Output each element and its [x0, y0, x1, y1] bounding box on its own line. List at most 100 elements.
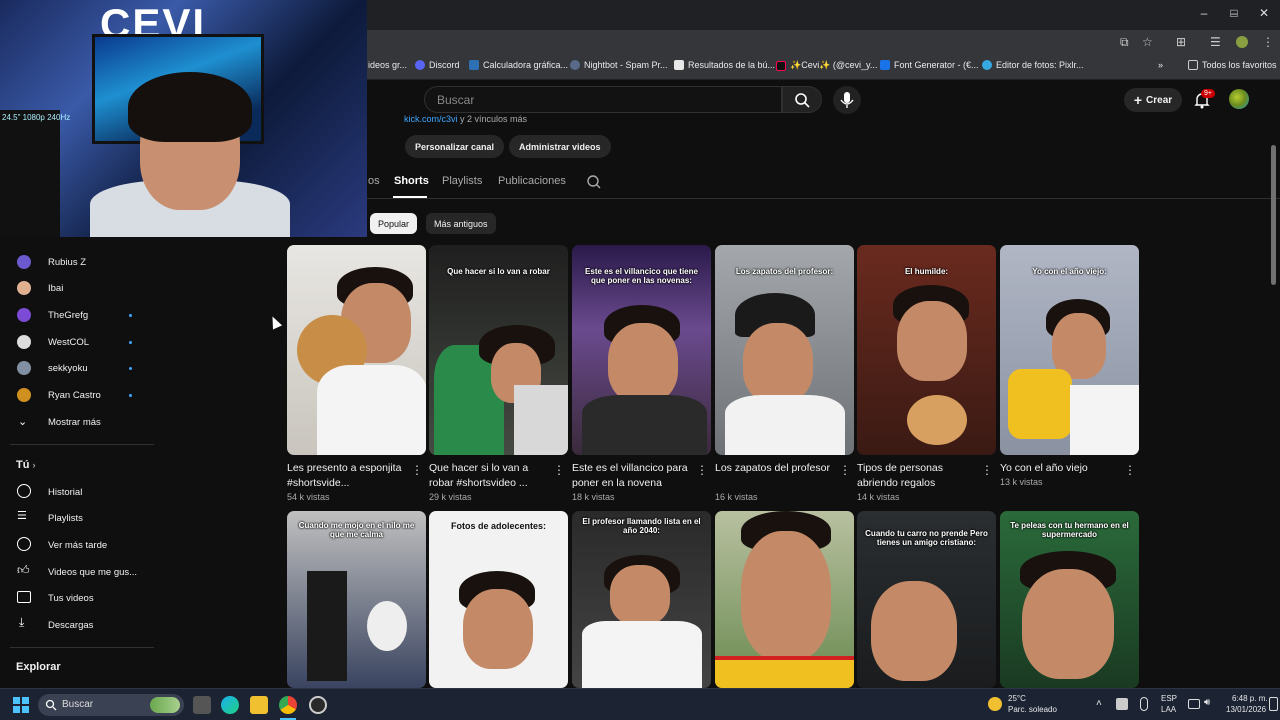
sidebar-sub-item[interactable]: Rubius Z — [0, 249, 155, 275]
volume-icon[interactable]: 🔊︎ — [1204, 697, 1210, 708]
show-more-button[interactable]: ⌄ Mostrar más — [0, 409, 155, 435]
sidebar-item-playlists[interactable]: ☰ Playlists — [0, 505, 155, 531]
tray-app-icon[interactable] — [1116, 698, 1128, 710]
sidebar-item-your-videos[interactable]: Tus videos — [0, 585, 155, 611]
minimize-button[interactable]: – — [1192, 6, 1216, 20]
file-explorer-icon[interactable] — [250, 696, 268, 714]
extensions-icon[interactable]: ⊞ — [1176, 35, 1186, 49]
more-options-icon[interactable]: ⋮ — [1124, 463, 1136, 477]
short-title[interactable]: Los zapatos del profesor — [715, 461, 837, 476]
short-thumbnail[interactable]: Te peleas con tu hermano en el supermerc… — [1000, 511, 1139, 688]
short-title[interactable]: Tipos de personas abriendo regalos — [857, 461, 979, 491]
pc-setup — [0, 110, 60, 237]
taskbar-search-input[interactable]: Buscar — [38, 694, 184, 716]
channel-links[interactable]: kick.com/c3vi y 2 vínculos más — [404, 114, 527, 124]
bookmark-item[interactable]: Calculadora gráfica... — [469, 60, 568, 70]
thumb-face — [463, 589, 533, 669]
weather-icon[interactable] — [988, 697, 1002, 711]
short-thumbnail[interactable] — [287, 245, 426, 455]
task-view-icon[interactable] — [193, 696, 211, 714]
bookmark-item[interactable]: Font Generator - (€... — [880, 60, 979, 70]
short-thumbnail[interactable]: Que hacer si lo van a robar — [429, 245, 568, 455]
short-thumbnail[interactable]: Cuando tu carro no prende Pero tienes un… — [857, 511, 996, 688]
short-title[interactable]: Les presento a esponjita #shortsvide... — [287, 461, 409, 491]
watch-later-icon — [17, 537, 31, 551]
more-options-icon[interactable]: ⋮ — [981, 463, 993, 477]
tray-expand-icon[interactable]: ˄ — [1096, 698, 1102, 709]
sidebar-item-liked[interactable]: 👍︎ Videos que me gus... — [0, 559, 155, 585]
chip-popular[interactable]: Popular — [370, 213, 418, 234]
sidebar-sub-item[interactable]: Ibai — [0, 275, 155, 301]
sidebar-item-downloads[interactable]: ⤓ Descargas — [0, 612, 155, 638]
more-options-icon[interactable]: ⋮ — [553, 463, 565, 477]
create-button[interactable]: + Crear — [1124, 88, 1182, 112]
more-options-icon[interactable]: ⋮ — [411, 463, 423, 477]
bookmark-item[interactable]: Nightbot - Spam Pr... — [570, 60, 668, 70]
short-thumbnail[interactable]: Yo con el año viejo: — [1000, 245, 1139, 455]
folder-icon — [1188, 60, 1198, 70]
sidebar-sub-item[interactable]: Ryan Castro — [0, 382, 155, 408]
thumb-caption: Fotos de adolecentes: — [450, 521, 547, 531]
short-title[interactable]: Que hacer si lo van a robar #shortsvideo… — [429, 461, 551, 491]
short-title[interactable]: Este es el villancico para poner en la n… — [572, 461, 694, 491]
scrollbar-thumb[interactable] — [1271, 145, 1276, 285]
channel-search-icon[interactable] — [586, 174, 602, 190]
clock-date[interactable]: 13/01/2026 — [1226, 705, 1266, 714]
media-icon[interactable]: ☰ — [1210, 35, 1221, 49]
obs-icon[interactable] — [309, 696, 327, 714]
tab-playlists[interactable]: Playlists — [442, 175, 482, 187]
short-thumbnail[interactable]: Fotos de adolecentes: — [429, 511, 568, 688]
short-thumbnail[interactable]: El humilde: — [857, 245, 996, 455]
edge-icon[interactable] — [221, 696, 239, 714]
sidebar-sub-item[interactable]: sekkyoku — [0, 355, 155, 381]
network-icon[interactable] — [1188, 699, 1200, 709]
sidebar-sub-item[interactable]: TheGrefg — [0, 302, 155, 328]
short-thumbnail[interactable]: Los zapatos del profesor: — [715, 245, 854, 455]
all-bookmarks-folder[interactable]: Todos los favoritos — [1188, 60, 1277, 70]
search-button[interactable] — [782, 86, 822, 113]
bookmark-item[interactable]: Editor de fotos: Pixlr... — [982, 60, 1084, 70]
menu-icon[interactable]: ⋮ — [1262, 35, 1274, 49]
you-section-heading[interactable]: Tú › — [16, 459, 36, 471]
thumb-caption: Yo con el año viejo: — [1032, 267, 1107, 276]
short-title[interactable]: Yo con el año viejo — [1000, 461, 1122, 476]
search-input[interactable]: Buscar — [424, 86, 782, 113]
bookmark-item[interactable]: ideos gr... — [368, 60, 407, 70]
short-thumbnail[interactable] — [715, 511, 854, 688]
doll-shape — [1008, 369, 1072, 439]
more-options-icon[interactable]: ⋮ — [696, 463, 708, 477]
maximize-button[interactable]: □ — [1222, 6, 1246, 20]
profile-icon[interactable] — [1236, 36, 1248, 48]
manage-videos-button[interactable]: Administrar videos — [509, 135, 611, 158]
sidebar-sub-item[interactable]: WestCOL — [0, 329, 155, 355]
bookmark-item[interactable]: Resultados de la bú... — [674, 60, 775, 70]
more-options-icon[interactable]: ⋮ — [839, 463, 851, 477]
clock-time[interactable]: 6:48 p. m. — [1232, 694, 1268, 703]
bookmark-item[interactable]: Discord — [415, 60, 460, 70]
bookmark-item[interactable]: ✨Cevi✨ (@cevi_y... — [776, 60, 877, 71]
windows-start-icon[interactable] — [13, 697, 29, 713]
chevron-down-icon: ⌄ — [18, 416, 28, 428]
star-icon[interactable]: ☆ — [1142, 35, 1153, 49]
sidebar-item-history[interactable]: Historial — [0, 479, 155, 505]
voice-search-button[interactable] — [833, 86, 861, 114]
short-thumbnail[interactable]: Cuando me mojo en el nilo me que me calm… — [287, 511, 426, 688]
close-button[interactable]: ✕ — [1252, 6, 1276, 20]
short-thumbnail[interactable]: Este es el villancico que tiene que pone… — [572, 245, 711, 455]
microphone-icon[interactable] — [1140, 697, 1148, 711]
chip-oldest[interactable]: Más antiguos — [426, 213, 496, 234]
short-thumbnail[interactable]: El profesor llamando lista en el año 204… — [572, 511, 711, 688]
chrome-icon[interactable] — [279, 696, 297, 714]
desmos-icon — [469, 60, 479, 70]
customize-channel-button[interactable]: Personalizar canal — [405, 135, 505, 158]
tab-shorts[interactable]: Shorts — [394, 175, 429, 187]
tab-videos[interactable]: os — [368, 175, 380, 187]
sidebar-item-watch-later[interactable]: Ver más tarde — [0, 532, 155, 558]
cast-icon[interactable]: ⧉ — [1120, 35, 1129, 50]
bookmarks-overflow-icon[interactable]: » — [1158, 60, 1163, 70]
notifications-icon[interactable] — [1269, 697, 1278, 711]
plus-icon: + — [1133, 92, 1143, 108]
tab-posts[interactable]: Publicaciones — [498, 175, 566, 187]
language-indicator[interactable]: ESP — [1161, 694, 1177, 703]
account-avatar[interactable] — [1229, 89, 1249, 109]
